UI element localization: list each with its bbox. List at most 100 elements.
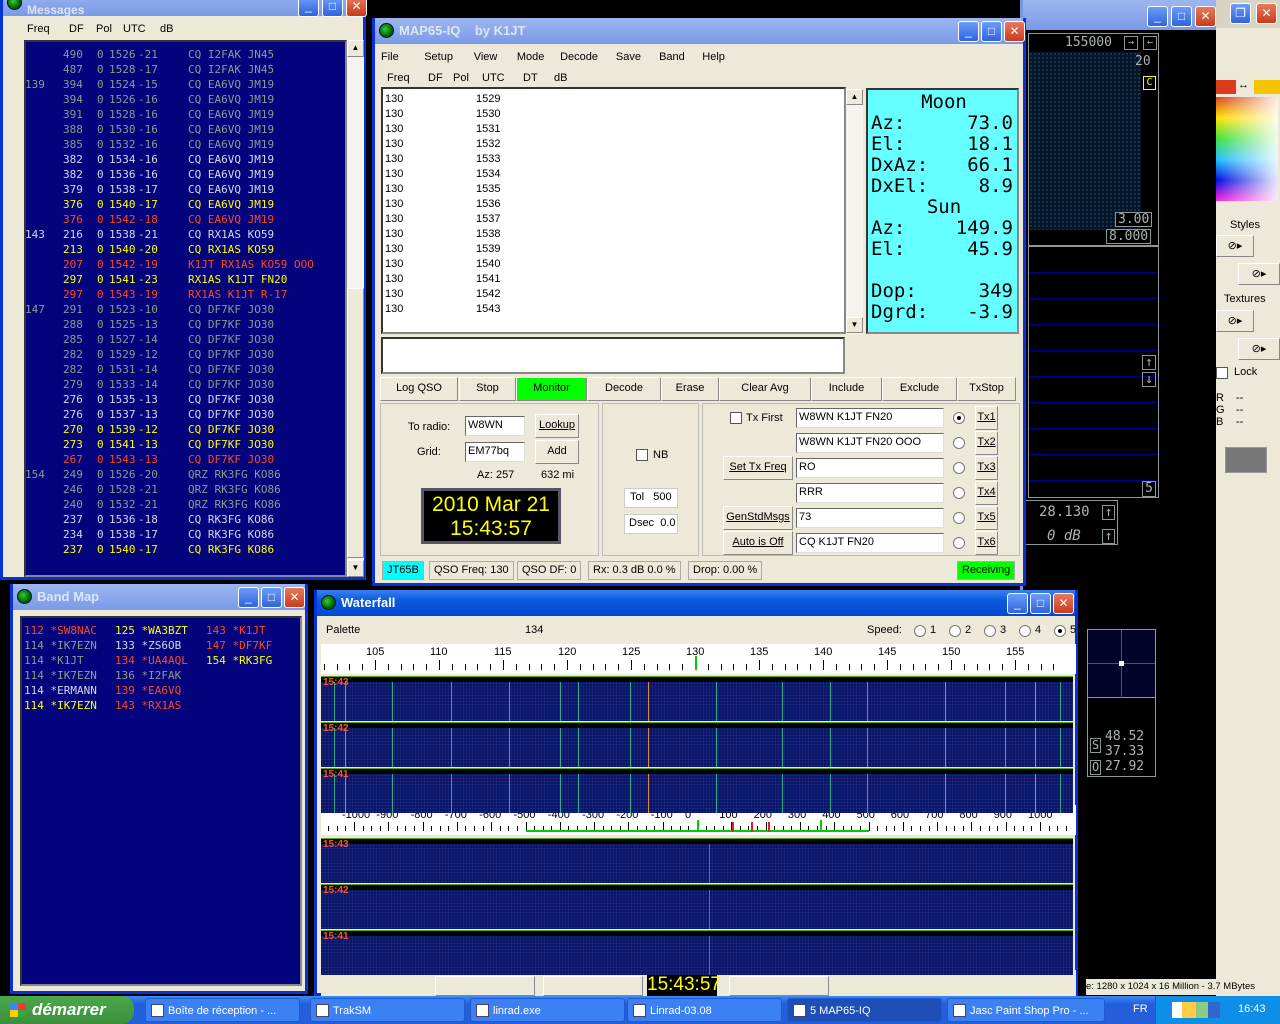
taskbar-item[interactable]: Boîte de réception - ... (145, 998, 300, 1022)
to-radio-input[interactable]: W8WN (465, 416, 525, 436)
menu-band[interactable]: Band (659, 51, 685, 63)
decode-row[interactable]: 130 1536 (385, 198, 835, 213)
bandmap-entry[interactable]: 147 *DF7KF (206, 638, 272, 653)
message-row[interactable]: 385 0 1532 -16 CQ EA6VQ JM19 (25, 137, 343, 152)
message-row[interactable]: 297 0 1541 -23 RX1AS K1JT FN20 (25, 272, 343, 287)
menu-mode[interactable]: Mode (517, 51, 545, 63)
tx3-radio[interactable] (953, 462, 965, 474)
texture-stroke-button[interactable]: ⊘▸ (1238, 338, 1280, 360)
message-row[interactable]: 382 0 1534 -16 CQ EA6VQ JM19 (25, 152, 343, 167)
psp-close-button[interactable]: ✕ (1256, 3, 1277, 24)
language-indicator[interactable]: FR (1133, 1003, 1148, 1015)
decode-row[interactable]: 130 1531 (385, 123, 835, 138)
message-row[interactable]: 382 0 1536 -16 CQ EA6VQ JM19 (25, 167, 343, 182)
menu-help[interactable]: Help (702, 51, 725, 63)
message-row[interactable]: 285 0 1527 -14 CQ DF7KF JO30 (25, 332, 343, 347)
linrad-close-button[interactable]: ✕ (1195, 6, 1216, 27)
bandmap-entry[interactable]: 154 *RK3FG (206, 653, 272, 668)
bandmap-entry[interactable]: 114 *ERMANN (24, 683, 97, 698)
bandmap-entry[interactable]: 114 *IK7EZN (24, 668, 97, 683)
lock-checkbox[interactable] (1216, 367, 1228, 379)
bandmap-entry[interactable]: 133 *ZS6OB (115, 638, 181, 653)
decode-row[interactable]: 130 1538 (385, 228, 835, 243)
set-tx-freq-button[interactable]: Set Tx Freq (723, 456, 793, 480)
palette-button[interactable]: Palette (326, 624, 360, 636)
close-button[interactable]: ✕ (284, 587, 305, 608)
bandmap-entry[interactable]: 143 *K1JT (206, 623, 266, 638)
arrow-right-icon[interactable]: → (1124, 36, 1138, 50)
speed-radio-1[interactable] (914, 625, 926, 637)
color-palette[interactable] (1216, 97, 1278, 201)
message-row[interactable]: 267 0 1543 -13 CQ DF7KF JO30 (25, 452, 343, 467)
menu-save[interactable]: Save (616, 51, 641, 63)
decode-row[interactable]: 130 1529 (385, 93, 835, 108)
tx2-message-input[interactable]: W8WN K1JT FN20 OOO (796, 433, 944, 453)
auto-button[interactable]: Auto is Off (723, 531, 793, 555)
message-row[interactable]: 213 0 1540 -20 CQ RX1AS KO59 (25, 242, 343, 257)
minimize-button[interactable]: _ (1007, 593, 1028, 614)
lookup-button[interactable]: Lookup (535, 414, 579, 438)
minimize-button[interactable]: _ (298, 0, 319, 17)
speed-radio-3[interactable] (984, 625, 996, 637)
close-button[interactable]: ✕ (1004, 21, 1025, 42)
message-row[interactable]: 207 0 1542 -19 K1JT RX1AS KO59 OOO (25, 257, 343, 272)
tx4-message-input[interactable]: RRR (796, 483, 944, 503)
message-row[interactable]: 240 0 1532 -21 QRZ RK3FG KO86 (25, 497, 343, 512)
message-row[interactable]: 276 0 1535 -13 CQ DF7KF JO30 (25, 392, 343, 407)
decode-row[interactable]: 130 1535 (385, 183, 835, 198)
tol-spinner[interactable]: Tol 500 (624, 488, 678, 508)
speed-radio-2[interactable] (949, 625, 961, 637)
button-stop[interactable]: Stop (459, 377, 516, 401)
message-row[interactable]: 379 0 1538 -17 CQ EA6VQ JM19 (25, 182, 343, 197)
taskbar-item[interactable]: Linrad-03.08 (627, 998, 782, 1022)
tx3-button[interactable]: Tx3 (975, 456, 998, 480)
message-row[interactable]: 237 0 1536 -18 CQ RK3FG KO86 (25, 512, 343, 527)
tx5-button[interactable]: Tx5 (975, 506, 998, 530)
tx6-message-input[interactable]: CQ K1JT FN20 (796, 533, 944, 553)
swap-colors-icon[interactable]: ↔ (1238, 79, 1249, 91)
tx3-message-input[interactable]: RO (796, 458, 944, 478)
message-row[interactable]: 276 0 1537 -13 CQ DF7KF JO30 (25, 407, 343, 422)
tx2-radio[interactable] (953, 437, 965, 449)
bandmap-entry[interactable]: 125 *WA3BZT (115, 623, 188, 638)
add-button[interactable]: Add (535, 440, 579, 464)
menu-file[interactable]: File (381, 51, 399, 63)
tx4-button[interactable]: Tx4 (975, 481, 998, 505)
fg-color-swatch[interactable] (1216, 80, 1236, 94)
message-row[interactable]: 143 216 0 1538 -21 CQ RX1AS KO59 (25, 227, 343, 242)
decode-row[interactable]: 130 1534 (385, 168, 835, 183)
message-entry-box[interactable] (381, 337, 845, 374)
speed-radio-4[interactable] (1019, 625, 1031, 637)
taskbar-item[interactable]: TrakSM (310, 998, 465, 1022)
decode-row[interactable]: 130 1542 (385, 288, 835, 303)
button-decode[interactable]: Decode (587, 377, 661, 401)
button-clear-avg[interactable]: Clear Avg (719, 377, 811, 401)
decode-row[interactable]: 130 1533 (385, 153, 835, 168)
bandmap-entry[interactable]: 114 *K1JT (24, 653, 84, 668)
taskbar-item[interactable]: 5 MAP65-IQ (787, 998, 942, 1022)
tx4-radio[interactable] (953, 487, 965, 499)
tx6-radio[interactable] (953, 537, 965, 549)
arrow-down-icon[interactable]: ↓ (1142, 372, 1156, 387)
tx6-button[interactable]: Tx6 (975, 531, 998, 555)
message-row[interactable]: 154 249 0 1526 -20 QRZ RK3FG KO86 (25, 467, 343, 482)
message-row[interactable]: 282 0 1531 -14 CQ DF7KF JO30 (25, 362, 343, 377)
bandmap-entry[interactable]: 114 *IK7EZN (24, 638, 97, 653)
button-include[interactable]: Include (811, 377, 882, 401)
slider-3[interactable] (729, 976, 829, 996)
decode-row[interactable]: 130 1541 (385, 273, 835, 288)
bandmap-entry[interactable]: 136 *I2FAK (115, 668, 181, 683)
button-txstop[interactable]: TxStop (957, 377, 1016, 401)
decode-row[interactable]: 130 1532 (385, 138, 835, 153)
tx-first-checkbox[interactable] (730, 412, 742, 424)
message-row[interactable]: 270 0 1539 -12 CQ DF7KF JO30 (25, 422, 343, 437)
linrad-maximize-button[interactable]: □ (1171, 6, 1192, 27)
decode-scrollbar[interactable]: ▲ ▼ (846, 89, 863, 334)
tx5-message-input[interactable]: 73 (796, 508, 944, 528)
message-row[interactable]: 490 0 1526 -21 CQ I2FAK JN45 (25, 47, 343, 62)
tx5-radio[interactable] (953, 512, 965, 524)
scroll-down-button[interactable]: ▼ (347, 560, 364, 577)
scroll-thumb[interactable] (347, 288, 364, 558)
tx1-button[interactable]: Tx1 (975, 406, 998, 430)
grid-input[interactable]: EM77bq (465, 442, 525, 462)
